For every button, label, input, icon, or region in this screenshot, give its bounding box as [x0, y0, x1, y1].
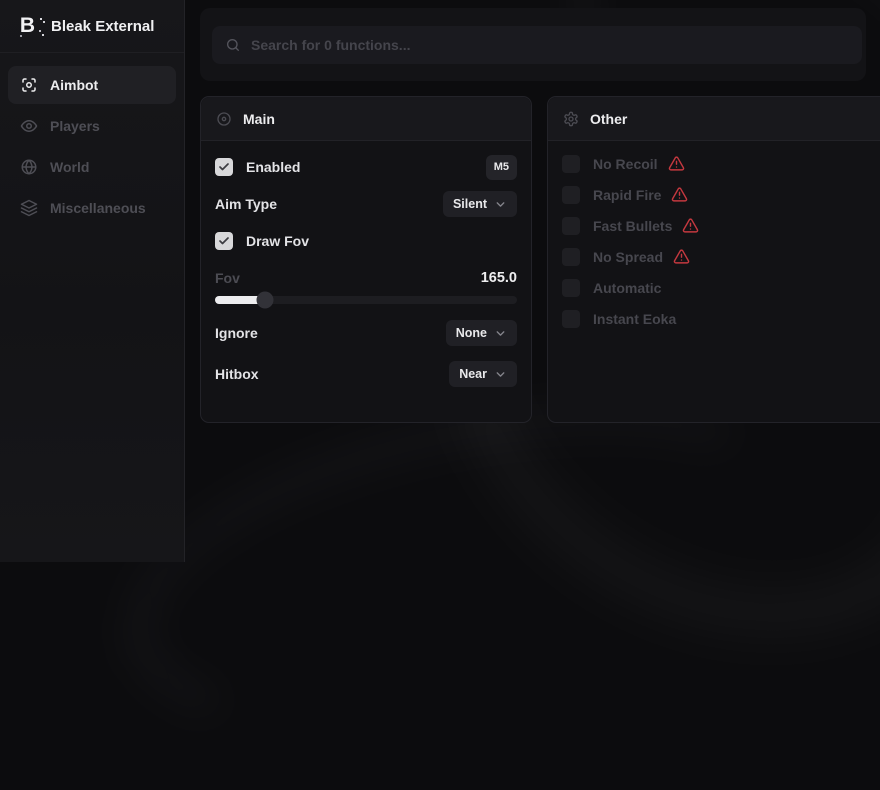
sidebar-item-label: Players [50, 118, 100, 134]
ignore-dropdown[interactable]: None [446, 320, 517, 346]
chevron-down-icon [494, 368, 507, 381]
enabled-row: Enabled M5 [215, 154, 517, 180]
app-logo: B [15, 14, 39, 38]
logo-letter: B [20, 14, 34, 38]
hitbox-value: Near [459, 367, 487, 381]
aim-type-row: Aim Type Silent [215, 191, 517, 217]
panel-main-header: Main [201, 97, 531, 141]
panel-other: Other No Recoil Rapid Fire Fast Bullets … [547, 96, 880, 423]
automatic-label: Automatic [593, 280, 661, 296]
panel-main-body: Enabled M5 Aim Type Silent Draw Fov Fov … [201, 141, 531, 411]
enabled-label: Enabled [246, 159, 300, 175]
no-spread-checkbox[interactable] [562, 248, 580, 266]
no-spread-row: No Spread [562, 247, 880, 266]
rapid-fire-checkbox[interactable] [562, 186, 580, 204]
chevron-down-icon [494, 198, 507, 211]
sidebar-item-label: Miscellaneous [50, 200, 146, 216]
aim-type-dropdown[interactable]: Silent [443, 191, 517, 217]
sidebar-header: B Bleak External [0, 0, 184, 53]
fov-slider[interactable] [215, 296, 517, 304]
enabled-checkbox[interactable] [215, 158, 233, 176]
app-title: Bleak External [51, 18, 154, 35]
fov-value: 165.0 [481, 270, 517, 286]
panel-other-header: Other [548, 97, 880, 141]
warning-triangle-icon [682, 217, 699, 234]
fov-slider-thumb[interactable] [256, 292, 273, 309]
panel-title: Main [243, 111, 275, 127]
ignore-value: None [456, 326, 487, 340]
sidebar-item-players[interactable]: Players [8, 107, 176, 145]
no-recoil-row: No Recoil [562, 154, 880, 173]
fast-bullets-label: Fast Bullets [593, 218, 672, 234]
layers-icon [20, 199, 38, 217]
no-recoil-checkbox[interactable] [562, 155, 580, 173]
disc-icon [216, 111, 232, 127]
draw-fov-row: Draw Fov [215, 228, 517, 254]
search-field[interactable] [212, 26, 862, 64]
check-icon [218, 235, 230, 247]
ignore-label: Ignore [215, 325, 258, 341]
draw-fov-label: Draw Fov [246, 233, 309, 249]
warning-triangle-icon [668, 155, 685, 172]
fast-bullets-row: Fast Bullets [562, 216, 880, 235]
sidebar-item-world[interactable]: World [8, 148, 176, 186]
automatic-row: Automatic [562, 278, 880, 297]
search-bar-container [200, 8, 866, 81]
aim-type-label: Aim Type [215, 196, 277, 212]
instant-eoka-row: Instant Eoka [562, 309, 880, 328]
instant-eoka-label: Instant Eoka [593, 311, 676, 327]
sidebar: B Bleak External Aimbot Players World Mi… [0, 0, 185, 562]
sidebar-item-miscellaneous[interactable]: Miscellaneous [8, 189, 176, 227]
warning-triangle-icon [671, 186, 688, 203]
hitbox-dropdown[interactable]: Near [449, 361, 517, 387]
warning-triangle-icon [673, 248, 690, 265]
hitbox-label: Hitbox [215, 366, 259, 382]
sidebar-item-label: World [50, 159, 89, 175]
sidebar-item-aimbot[interactable]: Aimbot [8, 66, 176, 104]
panel-main: Main Enabled M5 Aim Type Silent Draw Fov [200, 96, 532, 423]
draw-fov-checkbox[interactable] [215, 232, 233, 250]
rapid-fire-label: Rapid Fire [593, 187, 661, 203]
rapid-fire-row: Rapid Fire [562, 185, 880, 204]
chevron-down-icon [494, 327, 507, 340]
fast-bullets-checkbox[interactable] [562, 217, 580, 235]
fov-label: Fov [215, 270, 240, 286]
sidebar-nav: Aimbot Players World Miscellaneous [0, 53, 184, 240]
enabled-keybind-button[interactable]: M5 [486, 155, 517, 180]
hitbox-row: Hitbox Near [215, 361, 517, 387]
sidebar-item-label: Aimbot [50, 77, 98, 93]
instant-eoka-checkbox[interactable] [562, 310, 580, 328]
no-recoil-label: No Recoil [593, 156, 658, 172]
eye-icon [20, 117, 38, 135]
no-spread-label: No Spread [593, 249, 663, 265]
logo-glitch-pixels [40, 18, 42, 20]
search-input[interactable] [251, 37, 849, 53]
aim-type-value: Silent [453, 197, 487, 211]
panel-title: Other [590, 111, 627, 127]
automatic-checkbox[interactable] [562, 279, 580, 297]
check-icon [218, 161, 230, 173]
search-icon [225, 37, 241, 53]
fov-row: Fov 165.0 [215, 265, 517, 291]
focus-icon [20, 76, 38, 94]
gear-icon [563, 111, 579, 127]
ignore-row: Ignore None [215, 320, 517, 346]
panel-other-body: No Recoil Rapid Fire Fast Bullets No Spr… [548, 141, 880, 353]
globe-icon [20, 158, 38, 176]
